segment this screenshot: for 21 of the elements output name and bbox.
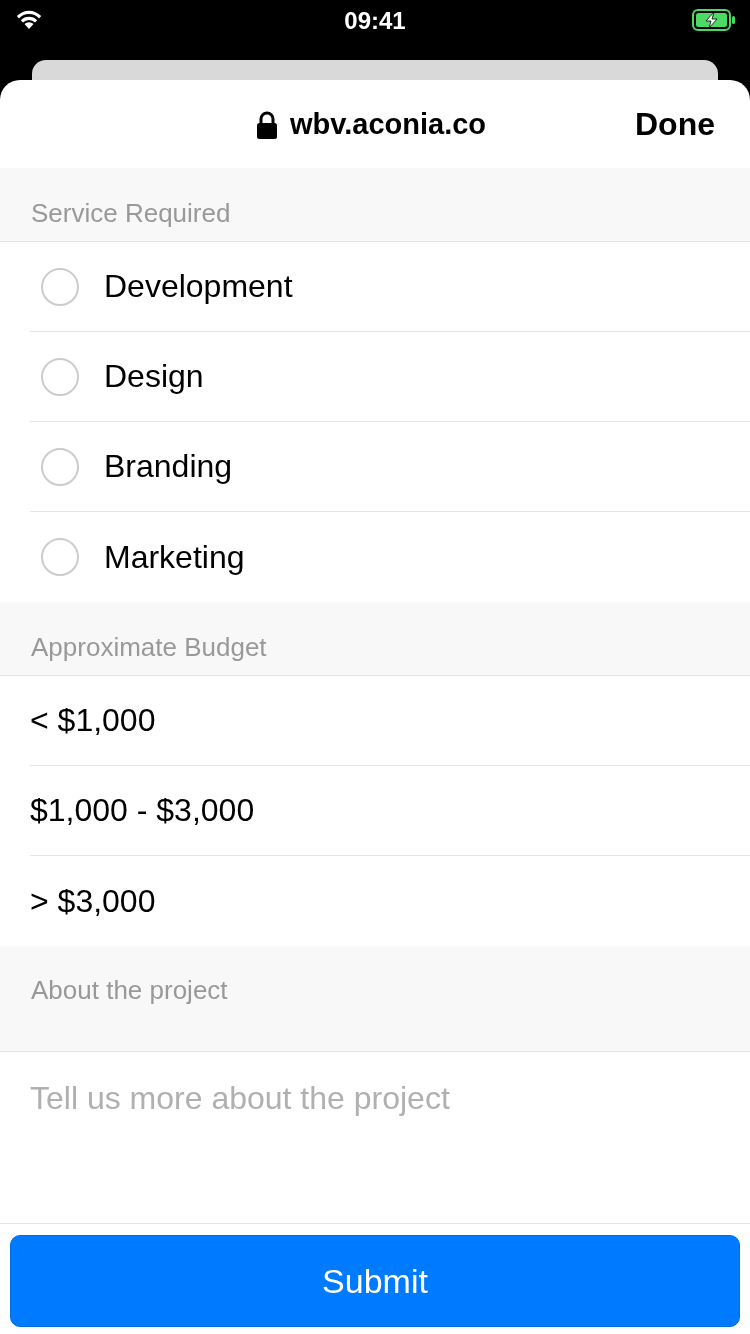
battery-charging-icon: [692, 9, 736, 31]
radio-button[interactable]: [41, 267, 79, 306]
section-header: About the project: [0, 946, 750, 1052]
budget-option[interactable]: < $1,000: [30, 676, 750, 766]
budget-option[interactable]: > $3,000: [30, 856, 750, 946]
section-header: Service Required: [0, 168, 750, 242]
radio-button[interactable]: [41, 447, 79, 486]
section-header: Approximate Budget: [0, 602, 750, 676]
submit-button[interactable]: Submit: [10, 1235, 740, 1327]
radio-option[interactable]: Branding: [30, 422, 750, 512]
radio-option[interactable]: Marketing: [30, 512, 750, 602]
radio-button[interactable]: [41, 538, 79, 576]
budget-option[interactable]: $1,000 - $3,000: [30, 766, 750, 856]
status-time: 09:41: [344, 7, 406, 35]
lock-icon: [256, 110, 278, 139]
wifi-icon: [14, 8, 44, 30]
radio-option[interactable]: Development: [30, 242, 750, 332]
radio-button[interactable]: [41, 357, 79, 396]
page-url: wbv.aconia.co: [290, 108, 487, 141]
done-button[interactable]: Done: [635, 105, 715, 143]
radio-option[interactable]: Design: [30, 332, 750, 422]
